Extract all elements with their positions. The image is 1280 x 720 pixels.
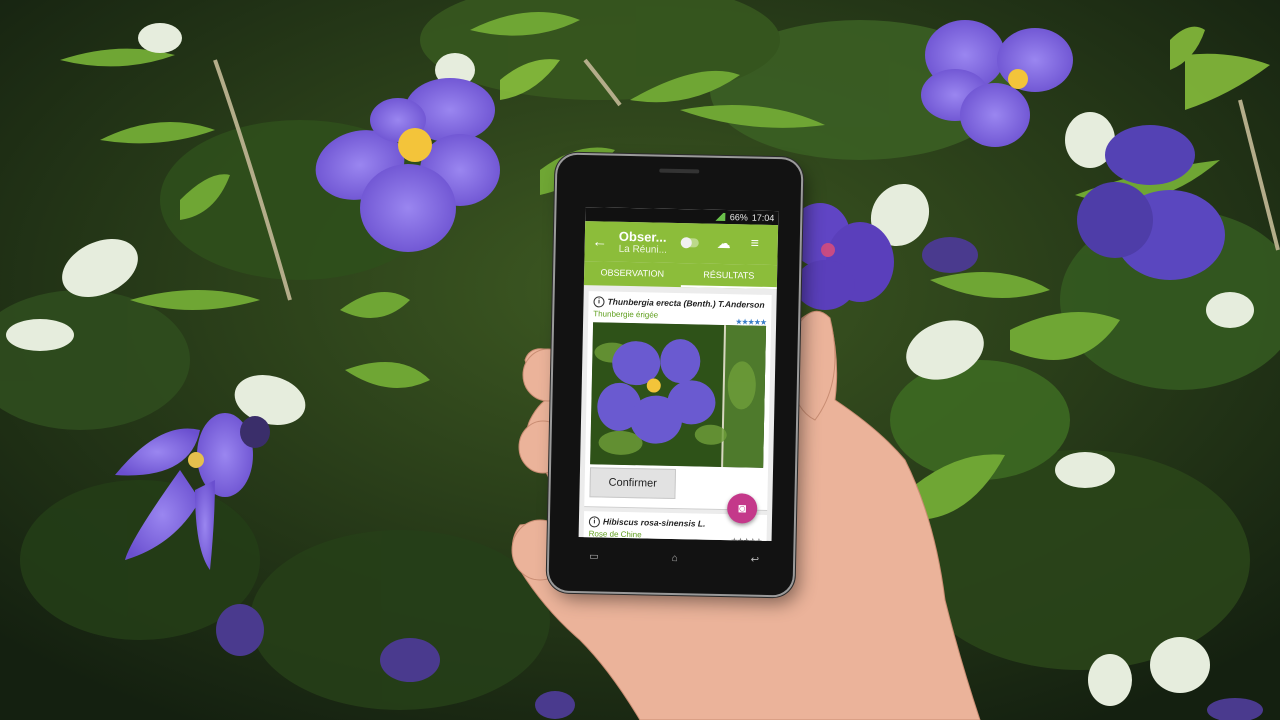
rating-stars: ★★★★★ [730, 536, 762, 542]
hardware-nav-keys: ▭ ⌂ ↩ [589, 551, 759, 566]
app-bar-subtitle: La Réuni... [618, 243, 668, 256]
tab-observation[interactable]: OBSERVATION [584, 261, 681, 287]
result-card[interactable]: i Thunbergia erecta (Benth.) T.Anderson T… [584, 291, 772, 511]
confirm-button[interactable]: Confirmer [589, 467, 677, 500]
info-icon[interactable]: i [588, 516, 601, 528]
result-photo[interactable] [590, 322, 767, 469]
home-icon[interactable]: ⌂ [672, 553, 678, 564]
tab-results[interactable]: RÉSULTATS [680, 263, 778, 290]
photo-scene: 66% 17:04 ← Obser... La Réuni... ☁ ≡ OBS… [0, 0, 1280, 720]
cloud-upload-icon[interactable]: ☁ [717, 235, 731, 252]
signal-icon [713, 212, 726, 222]
back-arrow-icon[interactable]: ← [589, 233, 611, 250]
recent-apps-icon[interactable]: ▭ [589, 551, 599, 562]
status-time: 17:04 [751, 212, 775, 224]
toggle-switch[interactable] [680, 238, 699, 248]
phone-speaker [659, 168, 700, 174]
tab-bar: OBSERVATION RÉSULTATS [583, 261, 778, 290]
app-bar-titles: Obser... La Réuni... [618, 228, 668, 256]
filter-icon[interactable]: ≡ [751, 235, 760, 251]
result-scientific-name: Thunbergia erecta (Benth.) T.Anderson [607, 296, 765, 310]
battery-level: 66% [729, 212, 748, 223]
phone-screen: 66% 17:04 ← Obser... La Réuni... ☁ ≡ OBS… [578, 207, 779, 542]
flower-photo [590, 322, 767, 469]
app-bar-title: Obser... [618, 228, 667, 245]
result-scientific-name-row: i Thunbergia erecta (Benth.) T.Anderson [593, 296, 766, 311]
back-key-icon[interactable]: ↩ [751, 555, 760, 566]
app-bar: ← Obser... La Réuni... ☁ ≡ [584, 221, 779, 266]
info-icon[interactable]: i [593, 296, 605, 308]
result-scientific-name: Hibiscus rosa-sinensis L. [602, 516, 706, 529]
smartphone: 66% 17:04 ← Obser... La Réuni... ☁ ≡ OBS… [548, 154, 802, 596]
camera-icon: ◙ [738, 500, 747, 516]
